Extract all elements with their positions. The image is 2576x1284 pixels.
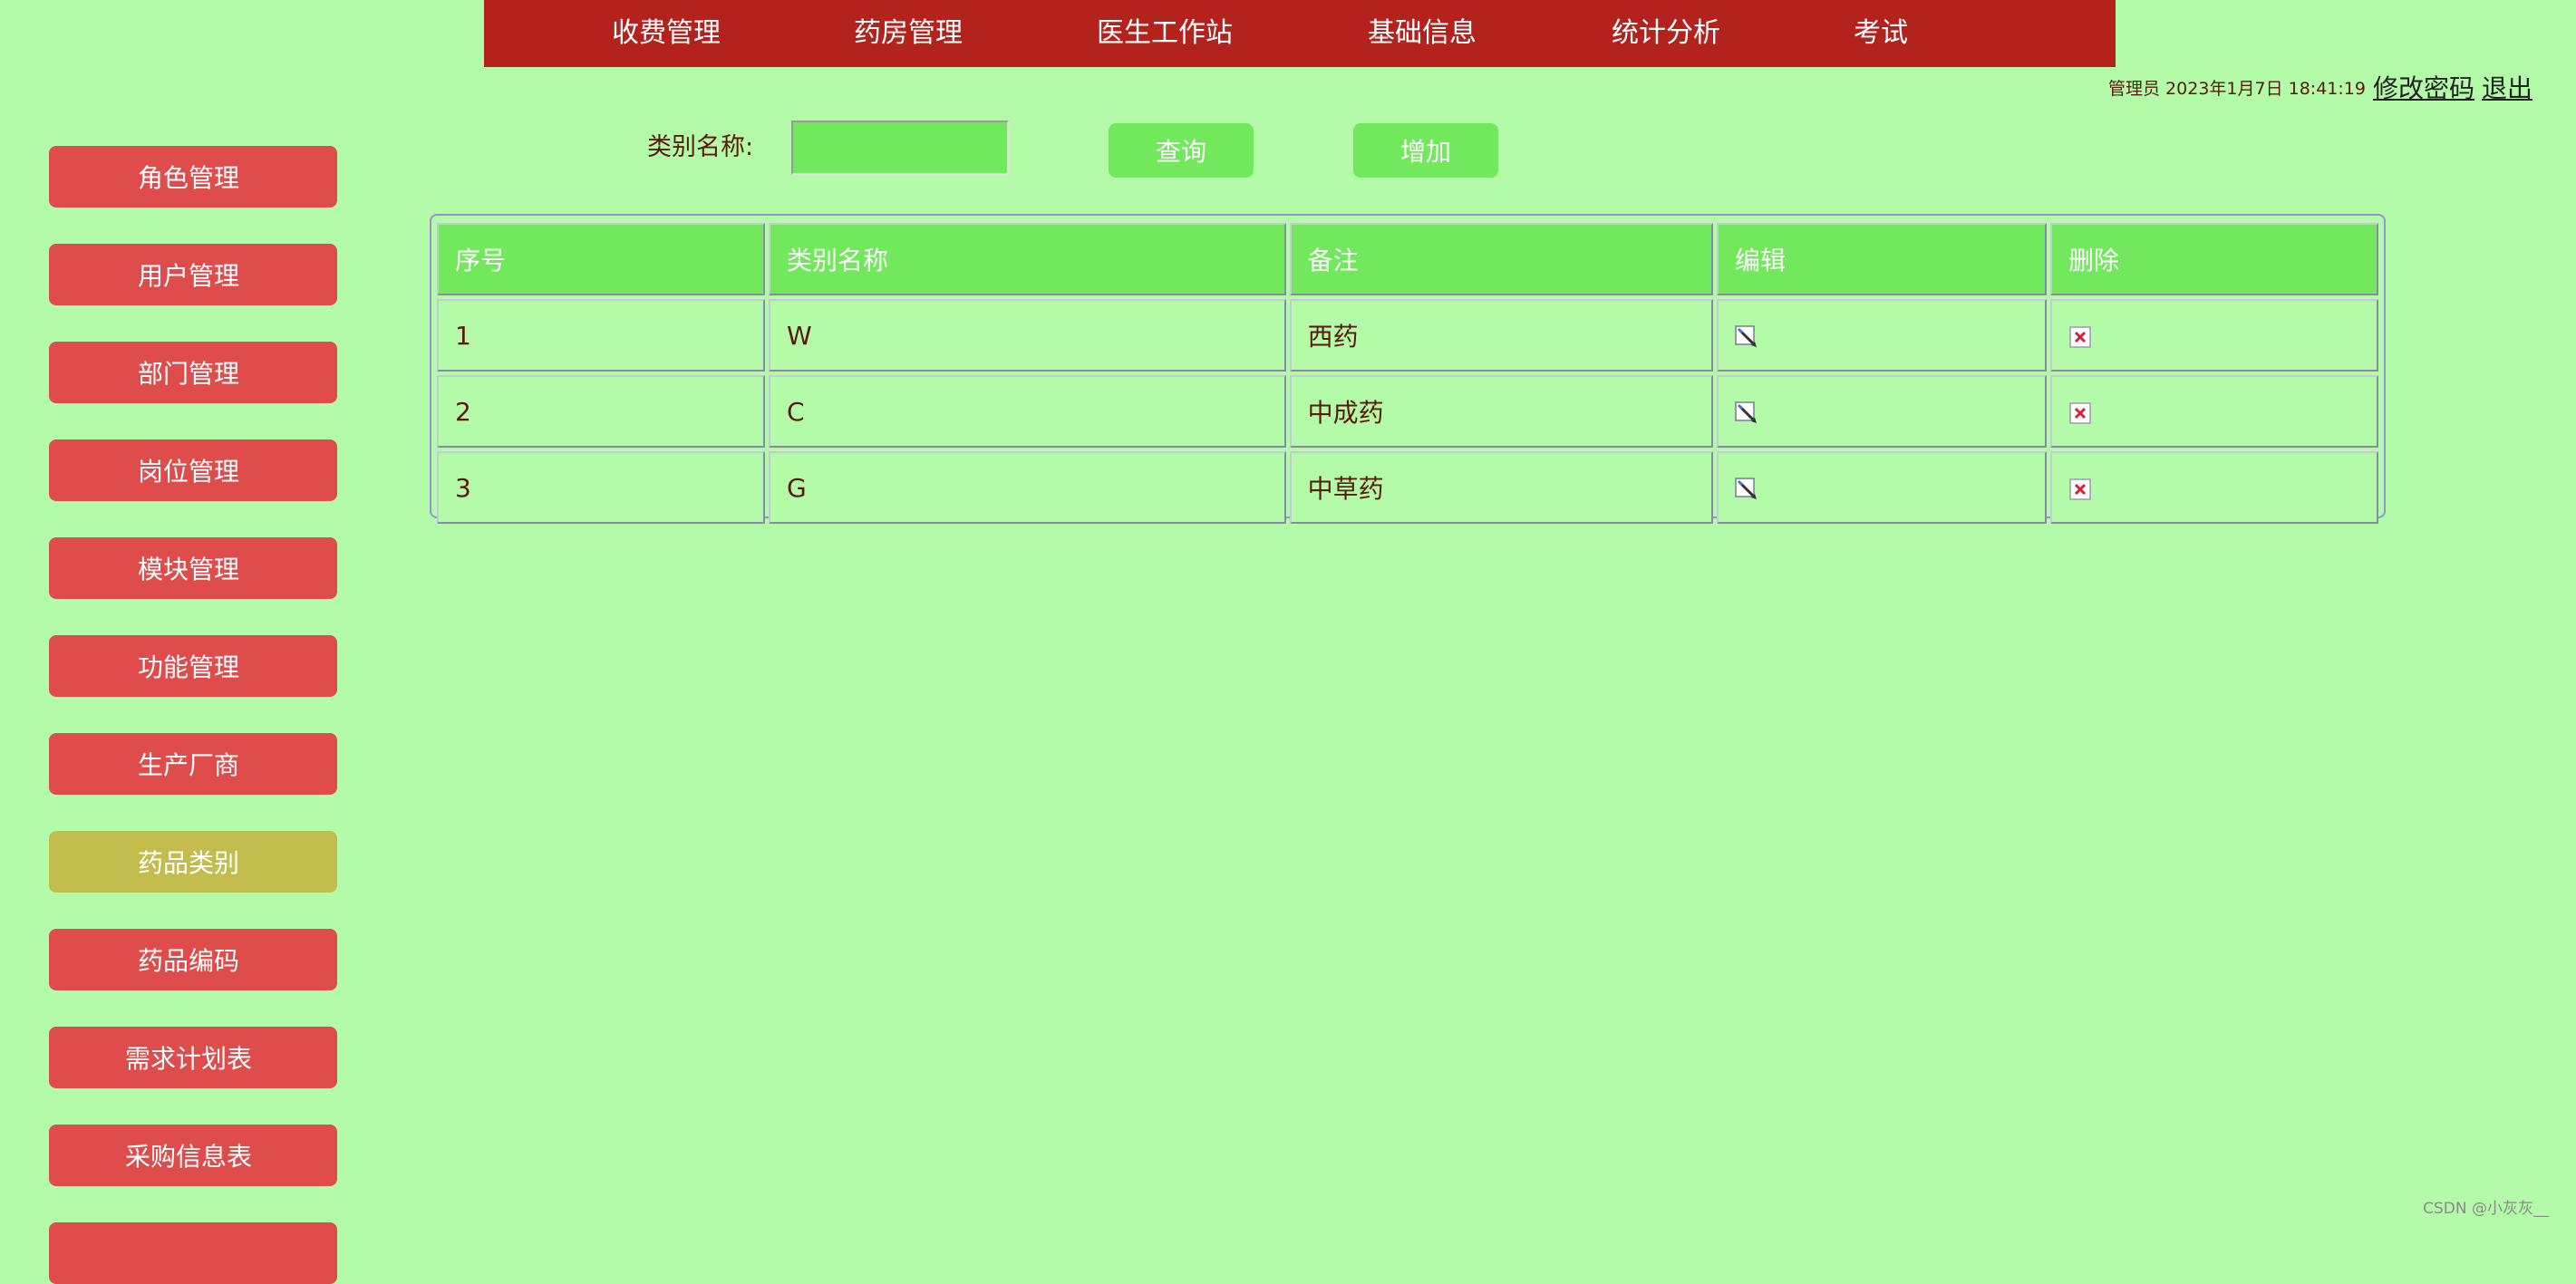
sidebar-item-demand-plan[interactable]: 需求计划表: [49, 1027, 337, 1088]
delete-x-icon[interactable]: [2068, 401, 2092, 425]
nav-item-exam[interactable]: 考试: [1854, 0, 1908, 67]
sidebar-item-label: 药品类别: [137, 848, 239, 878]
change-password-link[interactable]: 修改密码: [2373, 69, 2474, 105]
user-bar: 管理员 2023年1月7日 18:41:19 修改密码 退出: [2108, 67, 2532, 107]
sidebar-item-purchase-info[interactable]: 采购信息表: [49, 1125, 337, 1186]
nav-item-basic-info[interactable]: 基础信息: [1368, 0, 1477, 67]
sidebar-item-position-management[interactable]: 岗位管理: [49, 439, 337, 501]
user-info: 管理员 2023年1月7日 18:41:19: [2108, 78, 2366, 99]
logout-link[interactable]: 退出: [2482, 69, 2532, 105]
sidebar-item-label: 功能管理: [137, 652, 239, 682]
cell-remark: 中草药: [1289, 451, 1713, 524]
table-row: 2 C 中成药: [437, 375, 2378, 448]
sidebar-item-next[interactable]: [49, 1222, 337, 1284]
sidebar-item-label: 生产厂商: [137, 750, 239, 780]
query-button[interactable]: 查询: [1109, 123, 1254, 178]
nav-item-doctor-station[interactable]: 医生工作站: [1097, 0, 1233, 67]
sidebar-item-department-management[interactable]: 部门管理: [49, 342, 337, 403]
cell-category-name: W: [769, 299, 1286, 372]
top-nav-bar: 收费管理 药房管理 医生工作站 基础信息 统计分析 考试: [484, 0, 2116, 67]
sidebar-item-label: 岗位管理: [137, 457, 239, 487]
sidebar-item-label: 模块管理: [137, 555, 239, 584]
sidebar-item-module-management[interactable]: 模块管理: [49, 537, 337, 599]
add-button[interactable]: 增加: [1353, 123, 1498, 178]
header-edit: 编辑: [1716, 223, 2047, 295]
cell-index: 2: [437, 375, 766, 448]
delete-x-icon[interactable]: [2068, 478, 2092, 501]
edit-pencil-icon[interactable]: [1735, 324, 1758, 349]
edit-pencil-icon[interactable]: [1735, 477, 1758, 501]
header-index: 序号: [437, 223, 766, 295]
nav-item-charge[interactable]: 收费管理: [612, 0, 721, 67]
nav-item-statistics[interactable]: 统计分析: [1612, 0, 1720, 67]
edit-pencil-icon[interactable]: [1735, 401, 1758, 425]
sidebar-item-label: 角色管理: [137, 163, 239, 193]
sidebar-item-function-management[interactable]: 功能管理: [49, 635, 337, 697]
table-row: 3 G 中草药: [437, 451, 2378, 524]
cell-index: 3: [437, 451, 766, 524]
table-header-row: 序号 类别名称 备注 编辑 删除: [437, 223, 2378, 295]
cell-index: 1: [437, 299, 766, 372]
sidebar-item-drug-category[interactable]: 药品类别: [49, 831, 337, 893]
table-row: 1 W 西药: [437, 299, 2378, 372]
sidebar-item-label: 用户管理: [137, 261, 239, 291]
sidebar-item-label: 药品编码: [137, 946, 239, 976]
sidebar-item-drug-code[interactable]: 药品编码: [49, 929, 337, 990]
sidebar-item-label: 部门管理: [137, 359, 239, 389]
sidebar-item-role-management[interactable]: 角色管理: [49, 146, 337, 208]
cell-remark: 西药: [1289, 299, 1713, 372]
sidebar-item-label: 需求计划表: [124, 1044, 252, 1074]
category-table: 序号 类别名称 备注 编辑 删除 1 W 西药 2 C 中成药 3 G 中草药: [430, 214, 2386, 524]
delete-x-icon[interactable]: [2068, 325, 2092, 349]
sidebar-item-label: 采购信息表: [124, 1142, 252, 1172]
cell-delete: [2049, 375, 2378, 448]
cell-edit: [1716, 451, 2047, 524]
header-delete: 删除: [2049, 223, 2378, 295]
watermark: CSDN @小灰灰__: [2423, 1200, 2549, 1218]
cell-edit: [1716, 299, 2047, 372]
cell-delete: [2049, 299, 2378, 372]
category-name-input[interactable]: [791, 121, 1009, 175]
header-category-name: 类别名称: [769, 223, 1286, 295]
nav-item-pharmacy[interactable]: 药房管理: [854, 0, 963, 67]
cell-delete: [2049, 451, 2378, 524]
category-name-label: 类别名称:: [647, 133, 754, 161]
cell-edit: [1716, 375, 2047, 448]
cell-category-name: C: [769, 375, 1286, 448]
header-remark: 备注: [1289, 223, 1713, 295]
sidebar-item-user-management[interactable]: 用户管理: [49, 244, 337, 305]
cell-remark: 中成药: [1289, 375, 1713, 448]
sidebar-item-manufacturer[interactable]: 生产厂商: [49, 733, 337, 795]
cell-category-name: G: [769, 451, 1286, 524]
